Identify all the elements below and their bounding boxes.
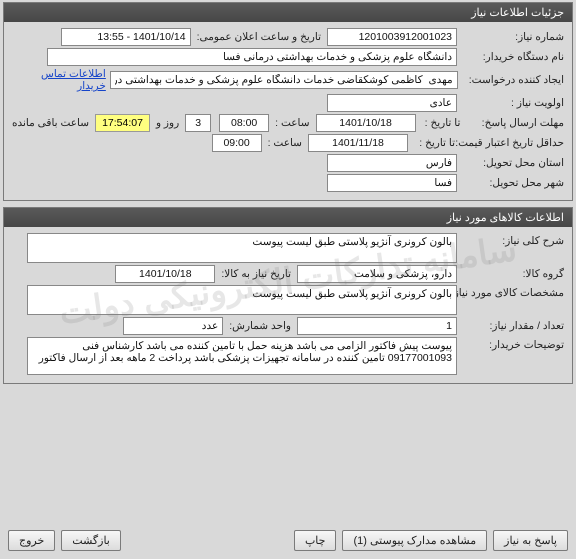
print-button[interactable]: چاپ bbox=[294, 530, 337, 551]
back-button[interactable]: بازگشت bbox=[61, 530, 121, 551]
footer-bar: پاسخ به نیاز مشاهده مدارک پیوستی (1) چاپ… bbox=[0, 526, 576, 555]
priority-label: اولویت نیاز : bbox=[461, 95, 566, 111]
exit-button[interactable]: خروج bbox=[8, 530, 55, 551]
days-label: روز و bbox=[154, 115, 181, 131]
need-no-label: شماره نیاز: bbox=[461, 29, 566, 45]
unit-field[interactable] bbox=[123, 317, 223, 335]
spec-field[interactable] bbox=[27, 285, 457, 315]
buyer-contact-link[interactable]: اطلاعات تماس خریدار bbox=[10, 68, 106, 92]
days-remaining-field bbox=[185, 114, 211, 132]
city-label: شهر محل تحویل: bbox=[461, 175, 566, 191]
until-label-2: تا تاریخ : bbox=[412, 135, 457, 151]
buyer-org-field[interactable] bbox=[47, 48, 457, 66]
buyer-notes-field[interactable] bbox=[27, 337, 457, 375]
need-date-label: تاریخ نیاز به کالا: bbox=[219, 266, 293, 282]
requester-label: ایجاد کننده درخواست: bbox=[462, 72, 566, 88]
buyer-notes-label: توضیحات خریدار: bbox=[461, 337, 566, 353]
announce-field[interactable] bbox=[61, 28, 191, 46]
answer-date-field[interactable] bbox=[316, 114, 416, 132]
province-label: استان محل تحویل: bbox=[461, 155, 566, 171]
need-details-header: جزئیات اطلاعات نیاز bbox=[4, 3, 572, 22]
spec-label: مشخصات کالای مورد نیاز: bbox=[461, 285, 566, 301]
qty-label: تعداد / مقدار نیاز: bbox=[461, 318, 566, 334]
view-attachments-button[interactable]: مشاهده مدارک پیوستی (1) bbox=[342, 530, 487, 551]
group-label: گروه کالا: bbox=[461, 266, 566, 282]
price-validity-time-field[interactable] bbox=[212, 134, 262, 152]
requester-field[interactable] bbox=[110, 71, 458, 89]
summary-field[interactable] bbox=[27, 233, 457, 263]
group-field[interactable] bbox=[297, 265, 457, 283]
time-label-1: ساعت : bbox=[273, 115, 311, 131]
city-field[interactable] bbox=[327, 174, 457, 192]
answer-need-button[interactable]: پاسخ به نیاز bbox=[493, 530, 568, 551]
need-date-field[interactable] bbox=[115, 265, 215, 283]
priority-field[interactable] bbox=[327, 94, 457, 112]
summary-label: شرح کلی نیاز: bbox=[461, 233, 566, 249]
goods-info-panel: اطلاعات کالاهای مورد نیاز شرح کلی نیاز: … bbox=[3, 207, 573, 384]
time-remaining-box: 17:54:07 bbox=[95, 114, 150, 132]
answer-deadline-label: مهلت ارسال پاسخ: bbox=[466, 115, 566, 131]
goods-info-header: اطلاعات کالاهای مورد نیاز bbox=[4, 208, 572, 227]
unit-label: واحد شمارش: bbox=[227, 318, 293, 334]
buyer-org-label: نام دستگاه خریدار: bbox=[461, 49, 566, 65]
remaining-label: ساعت باقی مانده bbox=[10, 115, 91, 131]
need-no-field[interactable] bbox=[327, 28, 457, 46]
price-validity-label: حداقل تاریخ اعتبار قیمت: bbox=[461, 135, 566, 152]
province-field[interactable] bbox=[327, 154, 457, 172]
need-details-panel: جزئیات اطلاعات نیاز شماره نیاز: تاریخ و … bbox=[3, 2, 573, 201]
qty-field[interactable] bbox=[297, 317, 457, 335]
until-label-1: تا تاریخ : bbox=[420, 115, 463, 131]
answer-time-field[interactable] bbox=[219, 114, 269, 132]
announce-label: تاریخ و ساعت اعلان عمومی: bbox=[195, 29, 323, 45]
price-validity-date-field[interactable] bbox=[308, 134, 408, 152]
time-label-2: ساعت : bbox=[266, 135, 304, 151]
